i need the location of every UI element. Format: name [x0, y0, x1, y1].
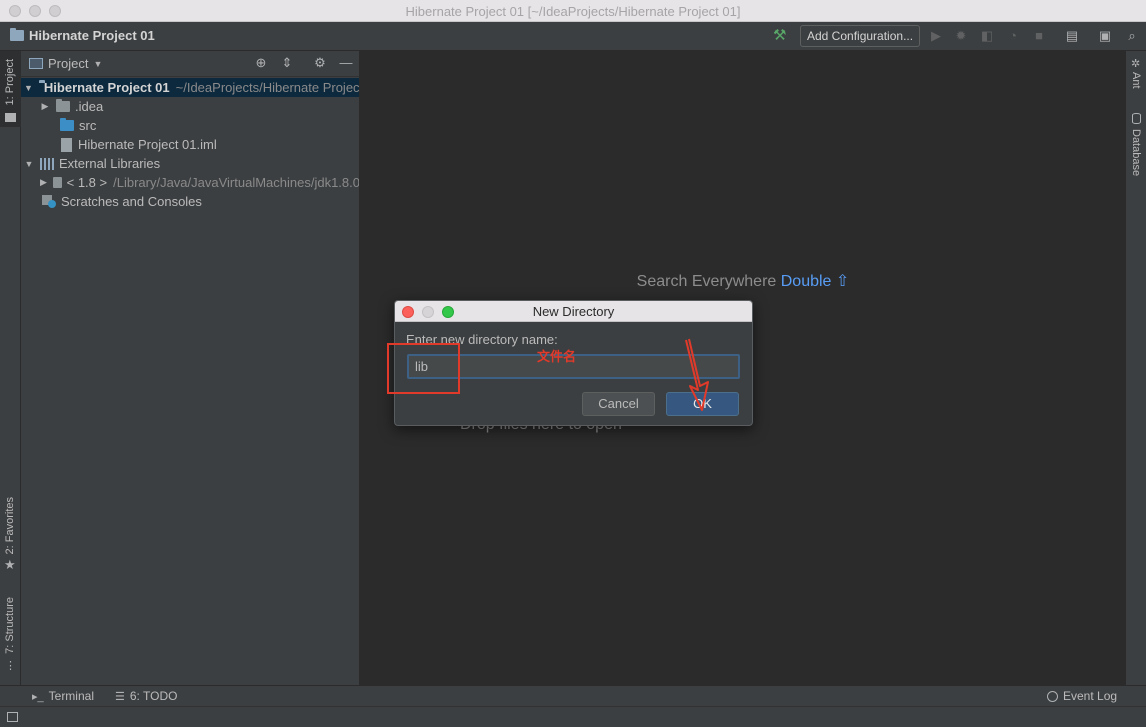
toggle-tool-windows-icon[interactable] — [7, 712, 18, 722]
collapsed-arrow-icon: ▶ — [40, 177, 47, 187]
annotation-text: 文件名 — [537, 349, 577, 364]
debug-icon[interactable]: ✹ — [953, 28, 969, 44]
database-tool-tab-label: Database — [1130, 129, 1142, 177]
project-view-icon — [29, 58, 43, 69]
terminal-icon: ▸_ — [32, 690, 44, 703]
tree-item-external-libraries[interactable]: ▼ External Libraries — [21, 154, 359, 173]
tree-item-label: Hibernate Project 01 — [43, 80, 170, 95]
add-configuration-button[interactable]: Add Configuration... — [800, 25, 921, 47]
dialog-title-bar: New Directory — [395, 301, 752, 322]
cancel-button[interactable]: Cancel — [582, 392, 655, 416]
event-log-tab[interactable]: Event Log — [1047, 689, 1117, 703]
annotation-arrow — [685, 338, 709, 411]
structure-tool-tab-label: 7: Structure — [4, 597, 16, 654]
project-breadcrumb-label: Hibernate Project 01 — [29, 28, 155, 43]
tree-item-project-root[interactable]: ▼ Hibernate Project 01 ~/IdeaProjects/Hi… — [21, 78, 360, 97]
module-file-icon — [61, 137, 72, 152]
libraries-icon — [40, 157, 54, 170]
profile-icon[interactable]: ◔ — [1005, 28, 1021, 44]
search-everywhere-hint: Search Everywhere Double ⇧ — [361, 271, 1125, 291]
tree-item-label: Scratches and Consoles — [61, 194, 202, 209]
collapse-all-icon[interactable]: ⇕ — [279, 55, 295, 71]
coverage-icon[interactable]: ◧ — [979, 28, 995, 44]
tree-item-jdk[interactable]: ▶ < 1.8 > /Library/Java/JavaVirtualMachi… — [21, 173, 360, 192]
tree-item-iml[interactable]: Hibernate Project 01.iml — [21, 135, 359, 154]
tree-item-label: Hibernate Project 01.iml — [78, 137, 217, 152]
ant-icon: ✲ — [1131, 58, 1141, 70]
project-structure-icon[interactable]: ▤ — [1064, 28, 1080, 44]
search-hint-text: Search Everywhere — [636, 273, 777, 290]
tree-item-label: .idea — [75, 99, 104, 114]
project-tool-tab-label: 1: Project — [4, 59, 16, 106]
todo-tab[interactable]: ☰ 6: TODO — [115, 689, 177, 703]
event-log-icon — [1047, 690, 1058, 702]
locate-file-icon[interactable]: ⊕ — [253, 55, 269, 71]
source-folder-icon — [60, 118, 74, 131]
left-tool-stripe: 1: Project 2: Favorites ★ 7: Structure ⋮ — [0, 51, 21, 685]
build-hammer-icon[interactable]: ⚒ — [773, 28, 789, 44]
favorites-tool-tab-label: 2: Favorites — [4, 497, 16, 555]
tree-item-scratches[interactable]: Scratches and Consoles — [21, 192, 359, 211]
search-hint-shortcut: Double ⇧ — [780, 273, 850, 290]
project-view-selector[interactable]: Project ▼ — [29, 56, 102, 71]
terminal-view-icon[interactable]: ▣ — [1097, 28, 1113, 44]
project-tool-tab[interactable]: 1: Project — [0, 51, 21, 127]
database-icon — [1132, 113, 1141, 124]
stop-icon[interactable]: ■ — [1031, 28, 1047, 44]
expanded-arrow-icon: ▼ — [24, 82, 33, 93]
project-view-label: Project — [48, 56, 89, 71]
dialog-title: New Directory — [532, 304, 615, 319]
annotation-highlight-box — [387, 343, 460, 394]
project-tool-window: Project ▼ ⊕ ⇕ ⚙ — ▼ Hibernate Project 01… — [21, 51, 360, 685]
hide-panel-icon[interactable]: — — [338, 55, 354, 71]
tree-item-src[interactable]: src — [21, 116, 359, 135]
bottom-tool-bar: ▸_ Terminal ☰ 6: TODO Event Log — [0, 685, 1146, 706]
tree-item-path: ~/IdeaProjects/Hibernate Project 01 — [175, 80, 360, 95]
terminal-tab[interactable]: ▸_ Terminal — [32, 689, 94, 703]
database-tool-tab[interactable]: Database — [1126, 111, 1146, 183]
folder-icon — [56, 99, 70, 112]
favorites-tool-tab[interactable]: 2: Favorites ★ — [0, 491, 21, 577]
search-icon[interactable]: ⌕ — [1124, 28, 1140, 44]
tree-item-path: /Library/Java/JavaVirtualMachines/jdk1.8… — [113, 175, 360, 190]
status-bar — [0, 706, 1146, 727]
project-panel-header: Project ▼ ⊕ ⇕ ⚙ — — [21, 51, 359, 77]
star-icon: ★ — [4, 557, 16, 572]
chevron-down-icon: ▼ — [93, 58, 103, 69]
ant-tool-tab-label: Ant — [1130, 72, 1142, 89]
todo-list-icon: ☰ — [115, 690, 125, 703]
gear-icon[interactable]: ⚙ — [312, 55, 328, 71]
run-icon[interactable]: ▶ — [928, 28, 944, 44]
navigation-toolbar: Hibernate Project 01 ⚒ Add Configuration… — [0, 22, 1146, 51]
collapsed-arrow-icon: ▶ — [41, 101, 49, 111]
title-bar: Hibernate Project 01 [~/IdeaProjects/Hib… — [0, 0, 1146, 22]
scratches-icon — [42, 195, 56, 208]
ant-tool-tab[interactable]: ✲ Ant — [1126, 55, 1146, 99]
window-title: Hibernate Project 01 [~/IdeaProjects/Hib… — [405, 4, 741, 19]
ide-window: Hibernate Project 01 [~/IdeaProjects/Hib… — [0, 0, 1146, 727]
tree-item-label: src — [79, 118, 97, 133]
expanded-arrow-icon: ▼ — [24, 158, 34, 169]
tree-item-label: External Libraries — [59, 156, 161, 171]
tree-item-label: < 1.8 > — [66, 175, 108, 190]
event-log-tab-label: Event Log — [1063, 689, 1118, 703]
project-folder-icon — [5, 113, 16, 122]
structure-tool-tab[interactable]: 7: Structure ⋮ — [0, 593, 21, 677]
todo-tab-label: 6: TODO — [129, 689, 178, 703]
structure-icon: ⋮ — [5, 660, 16, 672]
right-tool-stripe: ✲ Ant Database — [1125, 51, 1146, 685]
jdk-folder-icon — [52, 177, 62, 188]
project-breadcrumb[interactable]: Hibernate Project 01 — [10, 28, 155, 43]
tree-item-idea[interactable]: ▶ .idea — [21, 97, 359, 116]
project-folder-icon — [10, 28, 24, 41]
terminal-tab-label: Terminal — [48, 689, 94, 703]
